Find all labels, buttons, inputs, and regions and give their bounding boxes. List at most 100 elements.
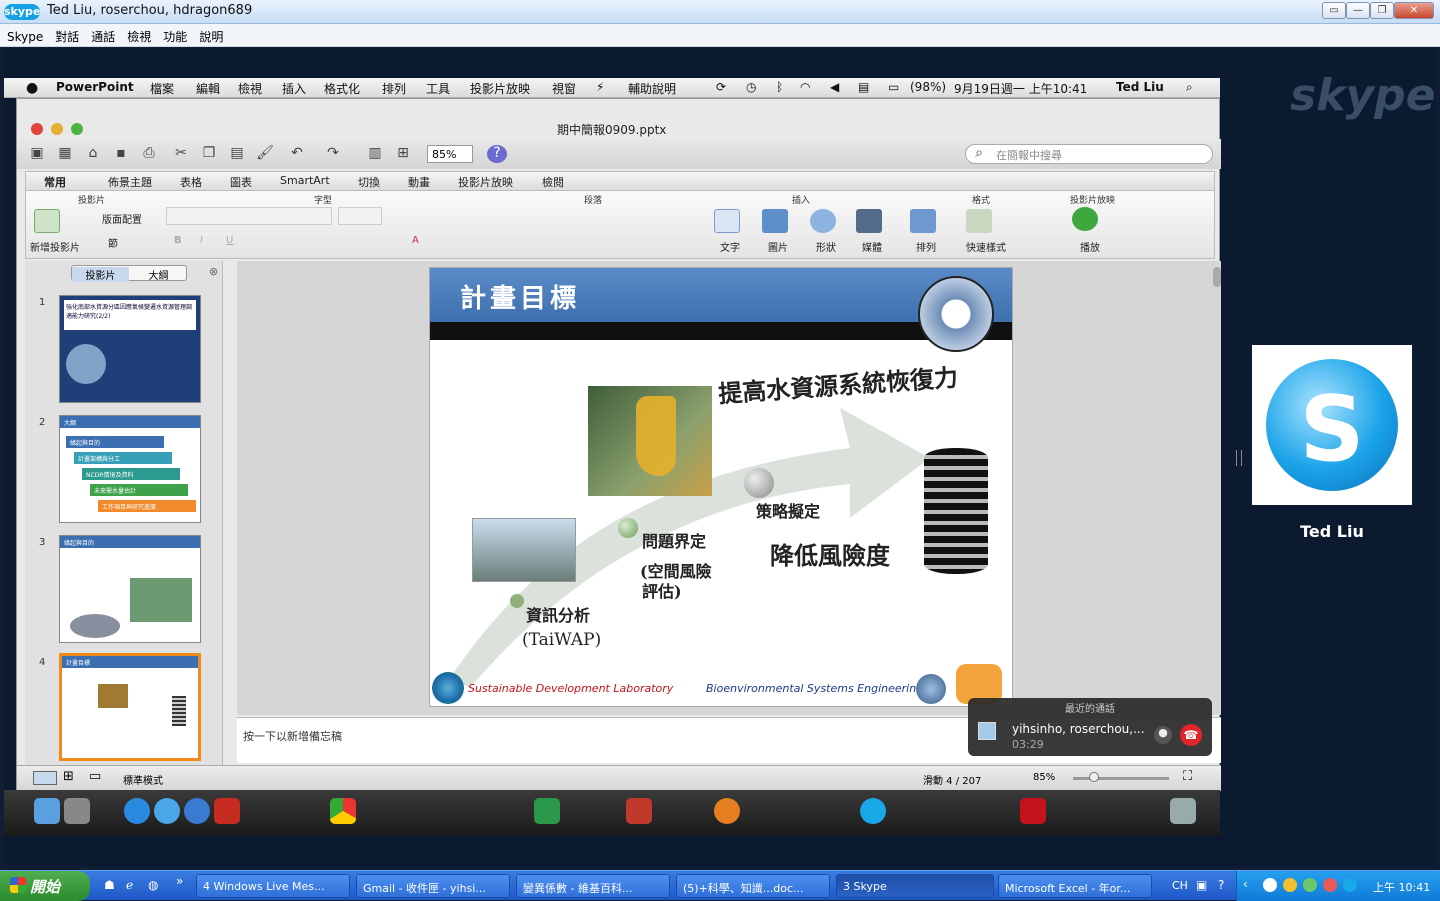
skype-tray-icon[interactable] [1343,878,1357,892]
splitter-handle[interactable] [1236,450,1242,466]
tab-outline[interactable]: 大綱 [130,267,187,282]
minimize-window-button[interactable] [51,123,63,135]
language-indicator[interactable]: CH [1172,879,1188,892]
skype-dock-icon[interactable] [860,798,886,824]
firefox-icon[interactable] [714,798,740,824]
print-icon[interactable]: ⎙ [139,145,159,163]
tab-transitions[interactable]: 切換 [358,174,380,190]
help-icon[interactable]: ? [487,145,507,163]
slide-thumb-4[interactable]: 計畫目標 [59,653,201,761]
tab-animations[interactable]: 動畫 [408,174,430,190]
play-icon[interactable] [1072,207,1098,231]
filezilla-icon[interactable] [626,798,652,824]
gallery-icon[interactable]: ▦ [55,145,75,163]
slide-sorter-icon[interactable]: ▥ [365,145,385,163]
format-painter-icon[interactable]: 🖌 [255,145,275,163]
menu-window[interactable]: 視窗 [552,80,576,97]
tab-smartart[interactable]: SmartArt [280,174,330,187]
photo-icon[interactable] [214,798,240,824]
bold-icon[interactable]: B [174,235,182,246]
menu-insert[interactable]: 插入 [282,80,306,97]
tab-themes[interactable]: 佈景主題 [108,174,152,190]
slide-thumb-2[interactable]: 大綱 緣起與目的 計畫架構與分工 NCDR情境及資料 未來需水量估計 工作項目與… [59,415,201,523]
italic-icon[interactable]: I [200,235,203,246]
menu-view[interactable]: 檢視 [120,24,156,45]
quick-styles-icon[interactable] [966,209,992,233]
normal-view-icon[interactable] [33,771,57,785]
clock[interactable]: 9月19日週一 上午10:41 [954,80,1087,97]
sorter-view-icon[interactable]: ⊞ [63,769,74,784]
apple-icon[interactable]: ● [26,80,38,96]
taskbar-item-gmail[interactable]: Gmail - 收件匣 - yihsi... [356,874,510,898]
user-menu[interactable]: Ted Liu [1116,80,1164,94]
shape-icon[interactable] [810,209,836,233]
font-color-icon[interactable]: A [412,235,419,246]
close-window-button[interactable] [31,123,43,135]
zoom-slider-thumb[interactable] [1089,772,1099,782]
zoom-slider[interactable] [1073,777,1169,780]
tray-app-icon[interactable] [1323,878,1337,892]
shape-button[interactable]: 形狀 [816,239,836,254]
tray-expand-icon[interactable]: ‹ [1243,877,1248,891]
itunes-icon[interactable] [184,798,210,824]
fit-window-icon[interactable]: ⛶ [1183,769,1192,784]
taskbar-item-skype[interactable]: 3 Skype [836,874,994,898]
tray-app-icon[interactable] [1303,878,1317,892]
restore-icon[interactable]: ▭ [1322,2,1346,19]
clock[interactable]: 上午 10:41 [1373,879,1430,895]
paste-icon[interactable]: ▤ [227,145,247,163]
browser-icon[interactable]: ◍ [148,878,158,892]
font-name-select[interactable] [166,207,332,225]
help-tray-icon[interactable]: ? [1218,878,1224,892]
menu-help[interactable]: 輔助說明 [628,80,676,97]
text-box-icon[interactable] [714,209,740,233]
media-icon[interactable] [856,209,882,233]
chrome-icon[interactable] [330,798,356,824]
safari-icon[interactable] [154,798,180,824]
quicklaunch-icon[interactable]: ☗ [104,878,115,892]
recent-call-popup[interactable]: 最近的通話 yihsinho, roserchou,... 03:29 ● ☎ [968,698,1212,756]
hangup-icon[interactable]: ☎ [1180,724,1202,746]
new-slide-button[interactable]: 新增投影片 [30,239,80,254]
taskbar-item-wiki[interactable]: 變異係數 - 維基百科... [516,874,670,898]
copy-icon[interactable]: ❐ [199,145,219,163]
trash-icon[interactable] [1170,798,1196,824]
layout-button[interactable]: 版面配置 [102,211,142,226]
menu-skype[interactable]: Skype [0,26,48,44]
menu-conversation[interactable]: 對話 [48,24,84,45]
text-button[interactable]: 文字 [720,239,740,254]
appstore-icon[interactable] [124,798,150,824]
tab-home[interactable]: 常用 [44,174,66,190]
menu-slideshow[interactable]: 投影片放映 [470,80,530,97]
spotlight-icon[interactable]: ⌕ [1186,80,1193,95]
launchpad-icon[interactable] [64,798,90,824]
new-slide-icon[interactable] [34,209,60,233]
taskbar-item-messenger[interactable]: 4 Windows Live Mes... [196,874,350,898]
tab-review[interactable]: 檢閱 [542,174,564,190]
menu-view[interactable]: 檢視 [238,80,262,97]
ime-icon[interactable]: ▣ [1196,878,1207,892]
tab-tables[interactable]: 表格 [180,174,202,190]
wifi-icon[interactable]: ◠ [800,80,810,94]
ie-icon[interactable]: ℯ [126,878,133,892]
excel-icon[interactable] [534,798,560,824]
maximize-button[interactable]: ❐ [1370,2,1394,19]
finder-icon[interactable] [34,798,60,824]
menu-file[interactable]: 檔案 [150,80,174,97]
zoom-select[interactable]: 85% [427,145,473,163]
bluetooth-icon[interactable]: ᛒ [776,80,783,94]
save-icon[interactable]: ▪ [111,145,131,163]
menu-format[interactable]: 格式化 [324,80,360,97]
media-button[interactable]: 媒體 [862,239,882,254]
mic-icon[interactable]: ● [1154,726,1172,744]
menu-call[interactable]: 通話 [84,24,120,45]
zoom-window-button[interactable] [71,123,83,135]
menu-tools[interactable]: 工具 [426,80,450,97]
toolbox-icon[interactable]: ⊞ [393,145,413,163]
close-button[interactable]: ✕ [1394,2,1434,19]
font-size-select[interactable] [338,207,382,225]
app-menu[interactable]: PowerPoint [56,80,134,94]
sync-icon[interactable]: ⟳ [716,80,726,94]
vertical-scrollbar[interactable] [1213,267,1221,287]
close-panel-icon[interactable]: ⊗ [209,265,218,278]
